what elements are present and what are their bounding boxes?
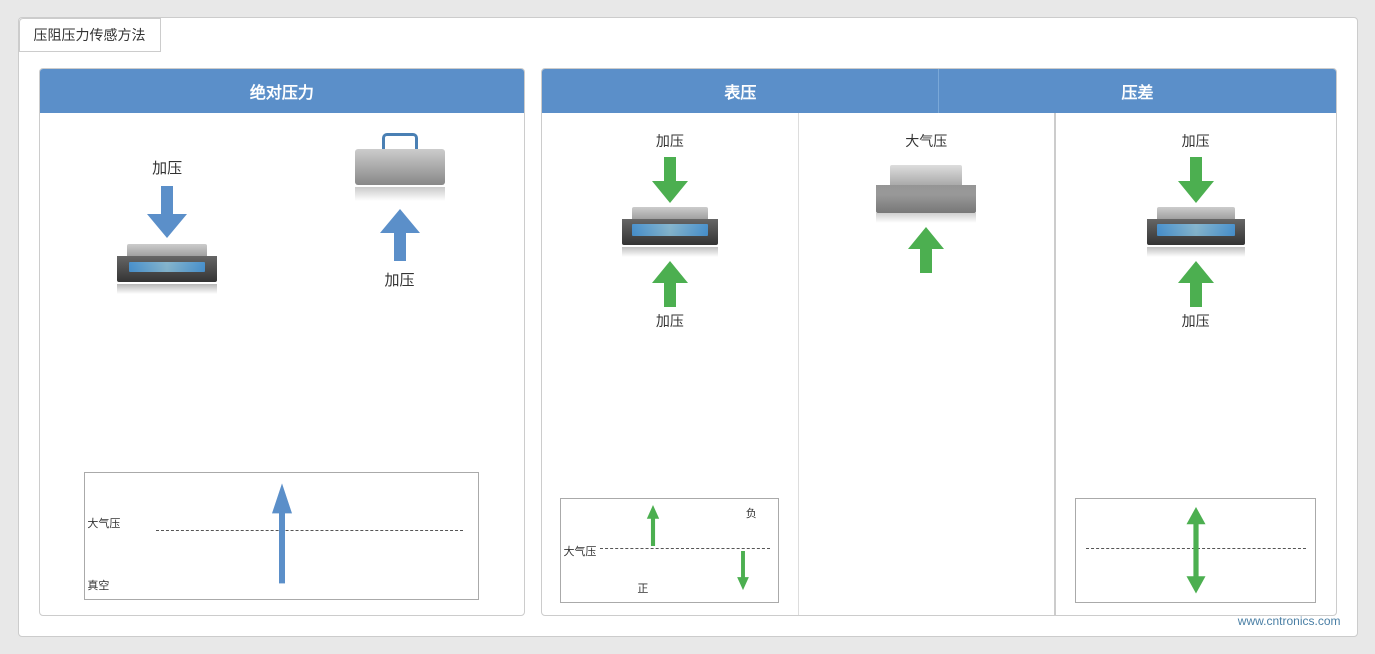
atm-label-abs: 大气压 [87,515,120,531]
absolute-bottom-label: 加压 [385,269,415,290]
gauge-left-bottom-label: 加压 [656,311,684,331]
diff-bottom-label: 加压 [1182,311,1210,331]
diff-sensor-flat [1146,207,1246,257]
gauge-left-down-arrow [652,157,688,203]
panel-absolute-body: 加压 [40,113,525,615]
diff-chart-bidirectional-arrow [1185,507,1207,594]
gauge-left-top-label: 加压 [656,131,684,151]
gauge-left-col: 加压 [542,113,798,615]
positive-label: 正 [637,580,648,596]
diff-up-arrow [1178,261,1214,307]
sensor-device-flat [114,244,220,294]
gauge-sensor-box [876,165,976,223]
right-header-row: 表压 压差 [542,69,1335,113]
gauge-left-up-arrow [652,261,688,307]
gauge-right-atm-label: 大气压 [905,131,947,151]
content-area: 绝对压力 加压 [19,18,1357,636]
panel-right-wrap: 表压 压差 加压 [541,68,1336,616]
gauge-chart: 大气压 正 负 [560,498,779,603]
gauge-right-col: 大气压 [799,113,1056,615]
page-title: 压阻压力传感方法 [19,18,161,52]
blue-up-arrow-icon [380,209,420,261]
panel-gauge-header: 表压 [542,69,938,113]
diff-top-label: 加压 [1182,131,1210,151]
vacuum-label: 真空 [87,577,109,593]
right-body: 加压 [542,113,1335,615]
negative-label: 负 [746,505,757,521]
sensor-device-handle [350,133,450,201]
main-container: 压阻压力传感方法 绝对压力 加压 [18,17,1358,637]
panel-absolute: 绝对压力 加压 [39,68,526,616]
gauge-atm-label: 大气压 [563,543,596,559]
absolute-device-right: 加压 [350,133,450,294]
absolute-top-label: 加压 [152,157,182,178]
diff-col: 加压 [1056,113,1336,615]
watermark: www.cntronics.com [1238,614,1341,628]
atm-line [156,530,463,531]
blue-down-arrow-icon [147,186,187,238]
panel-diff-header: 压差 [938,69,1335,113]
absolute-device-left: 加压 [114,157,220,294]
gauge-right-up-arrow [908,227,944,273]
diff-down-arrow [1178,157,1214,203]
gauge-chart-up-arrow [644,505,662,546]
diff-chart [1075,498,1316,603]
gauge-chart-down-arrow [734,551,752,590]
panel-absolute-header: 绝对压力 [40,69,525,113]
chart-arrow-abs [272,483,292,584]
absolute-chart: 真空 大气压 [84,472,479,600]
gauge-sensor-flat [620,207,720,257]
